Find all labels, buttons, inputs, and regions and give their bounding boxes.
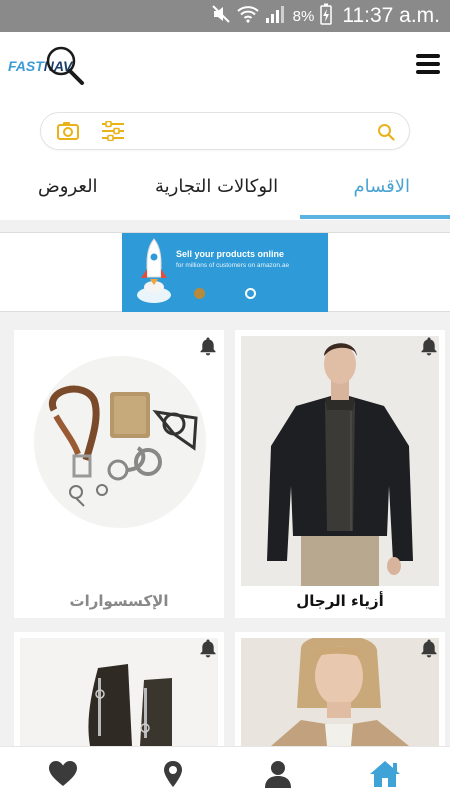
search-icon[interactable] xyxy=(377,123,395,145)
tab-offers[interactable]: العروض xyxy=(38,176,98,197)
wifi-icon xyxy=(236,4,259,28)
user-icon[interactable] xyxy=(263,759,293,789)
app-logo[interactable]: FASTNAV xyxy=(8,44,92,88)
rocket-icon xyxy=(137,238,171,303)
category-label: الإكسسوارات xyxy=(69,592,169,610)
carousel-dot-1[interactable] xyxy=(194,288,205,299)
shoes-image xyxy=(20,638,218,746)
category-card-women-fashion[interactable] xyxy=(235,632,445,746)
camera-icon[interactable] xyxy=(57,121,79,145)
battery-icon xyxy=(320,3,333,29)
filter-icon[interactable] xyxy=(101,120,125,145)
notification-bell-icon[interactable] xyxy=(419,336,439,356)
men-fashion-image xyxy=(241,336,439,586)
notification-bell-icon[interactable] xyxy=(419,638,439,658)
location-pin-icon[interactable] xyxy=(158,759,188,789)
notification-bell-icon[interactable] xyxy=(198,638,218,658)
category-card-men-fashion[interactable]: أزياء الرجال xyxy=(235,330,445,618)
banner-headline: Sell your products online xyxy=(176,249,285,259)
battery-percent: 8% xyxy=(292,7,315,25)
category-card-shoes[interactable] xyxy=(14,632,224,746)
magnifier-logo-icon xyxy=(46,46,84,85)
carousel-dot-2[interactable] xyxy=(245,288,256,299)
women-fashion-image xyxy=(241,638,439,746)
notification-bell-icon[interactable] xyxy=(198,336,218,356)
active-tab-indicator xyxy=(300,215,450,219)
signal-icon xyxy=(265,4,287,28)
mute-icon xyxy=(211,4,231,28)
tab-categories[interactable]: الاقسام xyxy=(353,176,410,197)
clock: 11:37 a.m. xyxy=(342,4,440,27)
search-bar[interactable] xyxy=(40,112,410,150)
category-card-accessories[interactable]: الإكسسوارات xyxy=(14,330,224,618)
bottom-navigation xyxy=(0,746,450,800)
heart-icon[interactable] xyxy=(48,759,78,789)
promo-banner[interactable]: Sell your products online for millions o… xyxy=(122,233,328,312)
category-label: أزياء الرجال xyxy=(296,592,384,610)
promo-carousel[interactable]: Sell your products online for millions o… xyxy=(0,232,450,312)
home-icon[interactable] xyxy=(368,759,402,789)
accessories-image xyxy=(14,330,224,588)
status-bar: 8% 11:37 a.m. xyxy=(0,0,450,32)
menu-button[interactable] xyxy=(416,54,440,74)
tab-brands[interactable]: الوكالات التجارية xyxy=(155,176,278,197)
logo-fast: FAST xyxy=(8,58,44,74)
banner-subline: for millions of customers on amazon.ae xyxy=(176,262,290,269)
